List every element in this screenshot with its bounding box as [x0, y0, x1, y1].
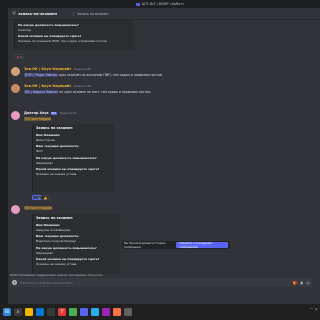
reaction-count: 1: [20, 54, 22, 59]
channel-name: запись-на-экзамен: [18, 11, 57, 16]
window-title: ЦГБ №3 | ВМИР «Арбат»: [135, 2, 185, 6]
embed: На какую должность повышаетесь? Санитар.…: [14, 20, 134, 50]
channel-header: # запись-на-экзамен Запись на экзамен: [8, 8, 320, 20]
embed-answer: Экзамен на знание устава.: [36, 262, 78, 267]
embed-question: Какой экзамен вы планируете сдать?: [18, 34, 82, 39]
attach-plus-icon[interactable]: +: [12, 280, 17, 285]
embed-answer: ФСП: [36, 149, 43, 154]
reaction-button[interactable]: ✖ 1: [14, 54, 25, 59]
embed-title: Запись на экзамен: [36, 126, 73, 130]
embed-answer: Экзамен по оказанию ПМП, тем ходом и пра…: [18, 39, 108, 44]
embed: Запись на экзамен Имя Фамилия: Иван Горо…: [32, 124, 114, 192]
telegram-icon[interactable]: [91, 308, 99, 316]
message-author[interactable]: Зав.ОК | Коул Карпрайт: [24, 67, 71, 71]
typing-indicator: ВАЖО Мельбрамм поддерживает мнение пригл…: [10, 274, 103, 277]
avatar[interactable]: [11, 67, 20, 76]
cross-icon: ✖: [16, 54, 20, 59]
user-mention[interactable]: @А | Кирилл Лавсон: [24, 89, 59, 94]
app-icon[interactable]: [124, 308, 132, 316]
embed-answer: Иван Горохв: [36, 138, 55, 142]
gif-icon[interactable]: ▣: [300, 281, 303, 285]
edge-icon[interactable]: [36, 308, 44, 316]
message-text: не сдал экзамен по мест тем ходом и прав…: [59, 89, 151, 94]
embed-answer: Водитель Скорой Помощи: [36, 239, 76, 244]
reaction-count: 1: [38, 195, 40, 200]
message-timestamp: Вчера в 3:00: [59, 112, 77, 115]
window-title-text: ЦГБ №3 | ВМИР «Арбат»: [141, 2, 185, 6]
role-mention[interactable]: @Отдел Кадров: [24, 116, 52, 121]
gift-icon[interactable]: 🎁: [293, 281, 297, 285]
message-content: @Отдел Кадров: [24, 116, 76, 121]
embed-title: Запись на экзамен: [36, 216, 73, 220]
app-icon[interactable]: [102, 308, 110, 316]
yandex-icon[interactable]: Y: [58, 308, 66, 316]
file-explorer-icon[interactable]: [25, 308, 33, 316]
start-icon[interactable]: ⊞: [3, 308, 11, 316]
chrome-icon[interactable]: [69, 308, 77, 316]
message-timestamp: Вчера в 4:20: [74, 68, 91, 71]
steam-icon[interactable]: [47, 308, 55, 316]
embed-question: Какой экзамен вы планируете сдать?: [36, 257, 100, 262]
role-mention[interactable]: @Отдел Кадров: [24, 206, 53, 210]
discord-icon[interactable]: [80, 308, 88, 316]
embed-question: Имя Фамилия:: [36, 133, 61, 137]
embed-answer: Фармацевт: [36, 250, 54, 255]
embed-question: Ваш текущая должность:: [36, 144, 80, 149]
volume-icon[interactable]: ◁: [315, 307, 317, 311]
message-input[interactable]: [20, 280, 290, 285]
bot-avatar[interactable]: [11, 111, 20, 120]
old-messages-banner: Вы Просматриваете Старые Сообщения Перей…: [122, 241, 230, 249]
bot-avatar[interactable]: [11, 205, 20, 214]
embed-answer: Амирхан Асламбаирян: [36, 228, 71, 232]
message-content: @А | Кирилл Лавсон не сдал экзамен по ме…: [24, 89, 151, 94]
emoji-icon[interactable]: ☺: [306, 281, 310, 285]
user-mention[interactable]: @ОП | Ридж Лавсон: [24, 72, 58, 77]
embed-question: На какую должность повышаетесь?: [36, 245, 97, 250]
checkmark-icon: ✔: [34, 195, 38, 200]
embed-answer: Санитар.: [18, 28, 32, 32]
search-icon[interactable]: ⌕: [14, 308, 22, 316]
message-text: сдал экзамен по оказанию ПМП, тем ходом …: [58, 72, 163, 77]
embed-question: На какую должность повышаетесь?: [36, 155, 97, 160]
embed-answer: Фармацевт: [36, 160, 54, 165]
thumbs-up-icon: 👍: [43, 195, 48, 200]
embed: Запись на экзамен Имя Фамилия: Амирхан А…: [32, 214, 120, 274]
system-tray[interactable]: ◠ ◁: [310, 307, 317, 311]
os-taskbar: ⊞ ⌕ Y ◠ ◁: [0, 304, 320, 320]
window-titlebar: ЦГБ №3 | ВМИР «Арбат»: [0, 0, 320, 8]
message-composer: + 🎁 ▣ ☺: [10, 278, 312, 287]
embed-question: Имя Фамилия:: [36, 223, 61, 227]
app-icon[interactable]: [113, 308, 121, 316]
message-timestamp: Вчера в 4:20: [74, 85, 91, 88]
message-author[interactable]: Доктор Хаус: [24, 111, 49, 115]
reaction-button[interactable]: 👍: [41, 195, 50, 200]
embed-question: На какую должность повышаетесь?: [18, 23, 79, 27]
avatar[interactable]: [11, 84, 20, 93]
thread-tab[interactable]: Запись на экзамен: [72, 11, 109, 16]
embed-question: Ваш текущая должность:: [36, 234, 80, 239]
message-author[interactable]: Зав.ОК | Коул Карпрайт: [24, 84, 71, 88]
jump-to-present-button[interactable]: Перейти к последним сообщениям: [176, 241, 228, 249]
channel-hash-icon: #: [12, 10, 17, 17]
server-list[interactable]: [0, 8, 8, 304]
wifi-icon[interactable]: ◠: [310, 307, 313, 311]
message-content: @ОП | Ридж Лавсон сдал экзамен по оказан…: [24, 72, 163, 77]
embed-answer: Экзамен на знание устава.: [36, 172, 78, 177]
banner-text: Вы Просматриваете Старые Сообщения: [124, 241, 166, 249]
discord-logo-icon: [135, 2, 140, 6]
message-list[interactable]: На какую должность повышаетесь? Санитар.…: [8, 20, 320, 274]
bot-badge: BOT: [50, 112, 57, 115]
embed-question: Какой экзамен вы планируете сдать?: [36, 167, 100, 172]
